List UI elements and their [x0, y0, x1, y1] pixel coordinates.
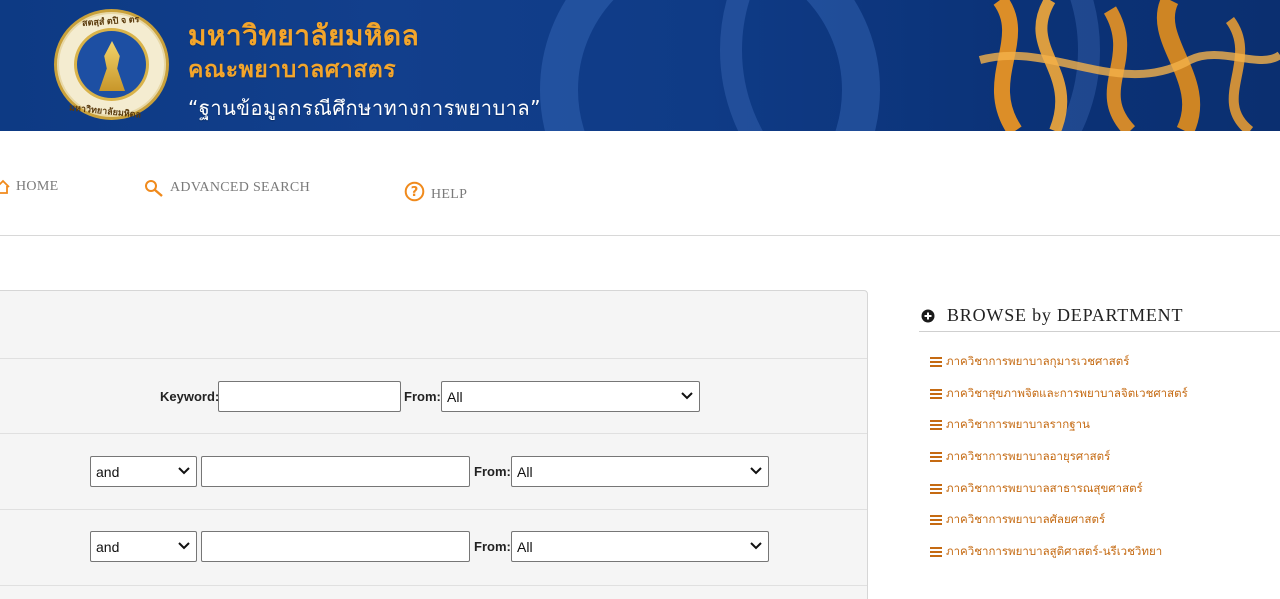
department-label: ภาควิชาการพยาบาลสาธารณสุขศาสตร์	[946, 480, 1143, 495]
nav-home-link[interactable]: HOME	[0, 179, 58, 195]
from-label: From:	[474, 464, 511, 479]
department-label: ภาควิชาสุขภาพจิตและการพยาบาลจิตเวชศาสตร์	[946, 385, 1188, 400]
browse-title: BROWSE by DEPARTMENT	[947, 305, 1184, 325]
chevron-down-icon	[178, 467, 190, 475]
list-icon	[930, 451, 942, 462]
nav-advanced-search-label: ADVANCED SEARCH	[170, 180, 310, 195]
search-row-term-3: and From: All	[0, 509, 867, 585]
search-row-next	[0, 585, 867, 599]
department-list: ภาควิชาการพยาบาลกุมารเวชศาสตร์ ภาควิชาสุ…	[919, 346, 1280, 568]
department-link[interactable]: ภาควิชาการพยาบาลรากฐาน	[919, 409, 1280, 441]
department-link[interactable]: ภาควิชาการพยาบาลกุมารเวชศาสตร์	[919, 346, 1280, 378]
from-label: From:	[474, 539, 511, 554]
nav-home-label: HOME	[16, 179, 59, 194]
university-seal-logo[interactable]: สตสฺสํ ตปิ จ ตร มหาวิทยาลัยมหิดล	[54, 9, 169, 120]
term-input[interactable]	[201, 456, 470, 487]
list-icon	[930, 515, 942, 526]
faculty-name: คณะพยาบาลศาสตร	[188, 57, 397, 83]
home-icon	[0, 179, 10, 194]
from-select[interactable]: All	[441, 381, 700, 412]
search-row-keyword: Keyword: From: All	[0, 358, 867, 433]
site-banner: สตสฺสํ ตปิ จ ตร มหาวิทยาลัยมหิดล มหาวิทย…	[0, 0, 1280, 131]
operator-select[interactable]: and	[90, 531, 197, 562]
main-nav: HOME ADVANCED SEARCH ? HELP	[0, 131, 1280, 236]
department-label: ภาควิชาการพยาบาลอายุรศาสตร์	[946, 448, 1111, 463]
keyword-input[interactable]	[218, 381, 401, 412]
department-label: ภาควิชาการพยาบาลศัลยศาสตร์	[946, 512, 1106, 527]
department-link[interactable]: ภาควิชาการพยาบาลสาธารณสุขศาสตร์	[919, 473, 1280, 505]
browse-by-department: BROWSE by DEPARTMENT ภาควิชาการพยาบาลกุม…	[919, 300, 1280, 568]
nav-advanced-search-link[interactable]: ADVANCED SEARCH	[144, 179, 310, 197]
department-link[interactable]: ภาควิชาการพยาบาลสูติศาสตร์-นรีเวชวิทยา	[919, 536, 1280, 568]
from-select-value: All	[517, 539, 533, 555]
list-icon	[930, 420, 942, 431]
plus-circle-icon[interactable]	[921, 309, 935, 323]
list-icon	[930, 483, 942, 494]
chevron-down-icon	[750, 542, 762, 550]
banner-dna-art	[978, 0, 1280, 131]
svg-text:?: ?	[411, 185, 419, 200]
from-label: From:	[404, 389, 441, 404]
operator-select-value: and	[96, 464, 120, 480]
seal-ring-text: มหาวิทยาลัยมหิดล	[68, 102, 142, 120]
department-link[interactable]: ภาควิชาการพยาบาลอายุรศาสตร์	[919, 441, 1280, 473]
from-select[interactable]: All	[511, 531, 769, 562]
search-panel-header	[0, 291, 867, 358]
list-icon	[930, 356, 942, 367]
department-label: ภาควิชาการพยาบาลกุมารเวชศาสตร์	[946, 353, 1130, 368]
department-link[interactable]: ภาควิชาการพยาบาลศัลยศาสตร์	[919, 504, 1280, 536]
term-input[interactable]	[201, 531, 470, 562]
help-icon: ?	[404, 181, 425, 201]
list-icon	[930, 388, 942, 399]
search-row-term-2: and From: All	[0, 433, 867, 509]
department-link[interactable]: ภาควิชาสุขภาพจิตและการพยาบาลจิตเวชศาสตร์	[919, 378, 1280, 410]
from-select-value: All	[517, 464, 533, 480]
chevron-down-icon	[681, 392, 693, 400]
nav-help-link[interactable]: ? HELP	[404, 179, 467, 203]
advanced-search-panel: Keyword: From: All and From: All and Fro…	[0, 290, 868, 599]
from-select[interactable]: All	[511, 456, 769, 487]
department-label: ภาควิชาการพยาบาลรากฐาน	[946, 417, 1090, 432]
nav-help-label: HELP	[431, 187, 468, 202]
department-label: ภาควิชาการพยาบาลสูติศาสตร์-นรีเวชวิทยา	[946, 543, 1163, 558]
database-title: “ฐานข้อมูลกรณีศึกษาทางการพยาบาล”	[188, 96, 541, 120]
search-icon	[145, 180, 163, 197]
operator-select[interactable]: and	[90, 456, 197, 487]
list-icon	[930, 546, 942, 557]
chevron-down-icon	[178, 542, 190, 550]
browse-header: BROWSE by DEPARTMENT	[919, 300, 1280, 332]
operator-select-value: and	[96, 539, 120, 555]
keyword-label: Keyword:	[160, 389, 220, 404]
crown-emblem-icon	[99, 41, 125, 91]
seal-inner	[74, 28, 149, 101]
from-select-value: All	[447, 389, 463, 405]
chevron-down-icon	[750, 467, 762, 475]
